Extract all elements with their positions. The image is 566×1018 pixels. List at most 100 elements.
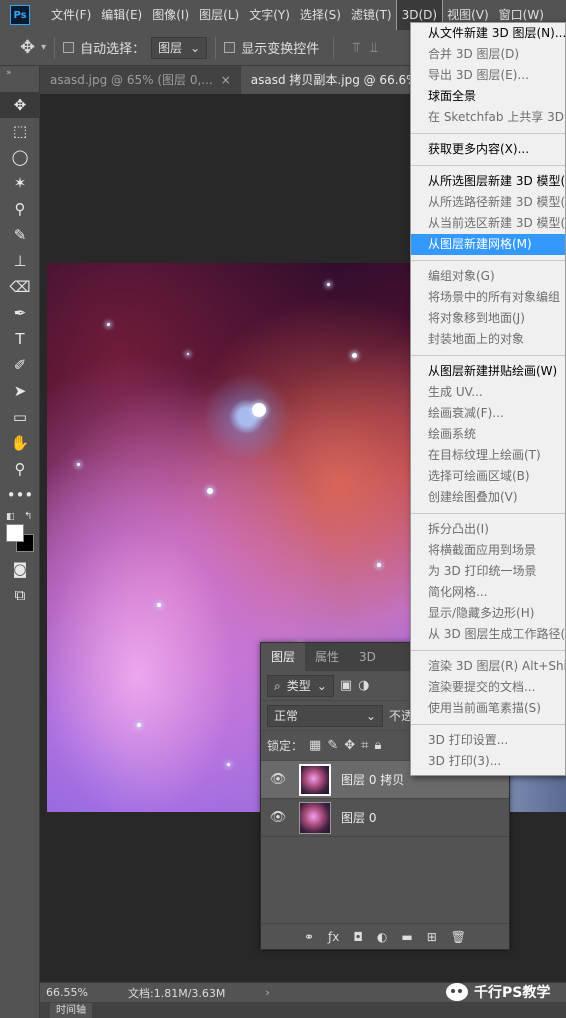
blend-mode-dropdown[interactable]: 正常 ⌄ (267, 704, 383, 727)
rectangle-tool-icon[interactable]: ▭ (0, 404, 40, 430)
tool-preset-chevron-icon[interactable]: ▾ (41, 42, 46, 53)
dropdown-menu-item[interactable]: 获取更多内容(X)... (411, 139, 565, 160)
lock-artboard-icon[interactable]: ⌗ (361, 738, 368, 753)
star-glow (352, 353, 357, 358)
freeform-pen-tool-icon[interactable]: ✐ (0, 352, 40, 378)
dropdown-menu-item: 渲染 3D 图层(R) Alt+Shift+Ctrl+R (428, 659, 565, 673)
dropdown-menu-item[interactable]: 从图层新建拼贴绘画(W) (411, 361, 565, 382)
dropdown-menu-item[interactable]: 球面全景 (411, 86, 565, 107)
star-glow (327, 283, 330, 286)
star-glow (137, 723, 141, 727)
lasso-tool-icon[interactable]: ◯ (0, 144, 40, 170)
dropdown-menu-item: 从所选路径新建 3D 模型(P) (428, 195, 565, 209)
zoom-tool-icon[interactable]: ⚲ (0, 456, 40, 482)
menu-separator (411, 133, 565, 134)
star-glow (157, 603, 161, 607)
foreground-color-swatch[interactable] (6, 524, 24, 542)
eyedropper-tool-icon[interactable]: ⚲ (0, 196, 40, 222)
lock-all-icon[interactable]: 🔒︎ (374, 738, 381, 753)
3d-menu-dropdown: 从文件新建 3D 图层(N)... 合并 3D 图层(D) 导出 3D 图层(E).… (410, 22, 566, 776)
hand-tool-icon[interactable]: ✋ (0, 430, 40, 456)
lock-label: 锁定： (267, 739, 304, 753)
tab-3d[interactable]: 3D (349, 643, 386, 671)
tab-timeline[interactable]: 时间轴 (50, 1003, 92, 1018)
dropdown-menu-item: 3D 打印(3)... (428, 754, 502, 768)
dropdown-menu-item: 封装地面上的对象 (428, 332, 525, 346)
tab-document-1[interactable]: asasd.jpg @ 65% (图层 0,... × (40, 66, 241, 94)
zoom-level[interactable]: 66.55% (46, 986, 126, 999)
dropdown-menu-item: 创建绘图叠加(V) (428, 490, 518, 504)
menu-item[interactable]: 滤镜(T) (346, 0, 397, 30)
show-transform-checkbox[interactable] (224, 42, 236, 53)
align-middle-icon[interactable]: ⫫ (370, 40, 378, 56)
tab-layers[interactable]: 图层 (261, 643, 306, 671)
dropdown-menu-item: 简化网格... (428, 585, 488, 599)
chevron-down-icon: ⌄ (316, 678, 327, 693)
lock-position-icon[interactable]: ✥ (344, 738, 355, 753)
move-tool-icon[interactable]: ✥ (0, 92, 40, 118)
filter-adjustment-icon[interactable]: ◑ (358, 678, 369, 693)
add-mask-icon[interactable]: ◘ (353, 930, 363, 944)
panel-collapse-icon[interactable]: » (0, 66, 39, 92)
tab-properties[interactable]: 属性 (305, 643, 349, 671)
swap-colors-icon[interactable]: ↰ (24, 511, 32, 522)
quick-mask-icon[interactable]: ◙ (0, 556, 40, 582)
screen-mode-icon[interactable]: ⧉ (0, 582, 40, 608)
dropdown-menu-item: 将横截面应用到场景 (428, 543, 537, 557)
menu-item[interactable]: 文件(F) (46, 0, 96, 30)
new-layer-icon[interactable]: ⊞ (427, 930, 437, 944)
layer-row[interactable]: 👁︎ 图层 0 (261, 799, 509, 837)
menu-item[interactable]: 图像(I) (147, 0, 194, 30)
brush-tool-icon[interactable]: ✎ (0, 222, 40, 248)
default-colors-icon[interactable]: ◧ (6, 512, 15, 522)
dropdown-menu-item: 从 3D 图层生成工作路径(K) (428, 627, 565, 641)
auto-select-checkbox[interactable] (63, 42, 75, 53)
lock-transparent-icon[interactable]: ▦ (309, 738, 321, 753)
dropdown-menu-item: 生成 UV... (428, 385, 483, 399)
pen-tool-icon[interactable]: ✒ (0, 300, 40, 326)
align-top-icon[interactable]: ⫪ (352, 40, 360, 56)
auto-select-dropdown[interactable]: 图层 ⌄ (151, 36, 208, 59)
dropdown-menu-item: 选择可绘画区域(B) (428, 469, 530, 483)
visibility-eye-icon[interactable]: 👁︎ (267, 772, 289, 787)
trash-icon[interactable]: 🗑︎ (451, 930, 466, 944)
auto-select-label: 自动选择： (80, 42, 146, 57)
visibility-eye-icon[interactable]: 👁︎ (267, 810, 289, 825)
new-group-icon[interactable]: ▬ (401, 930, 412, 944)
menu-item[interactable]: 编辑(E) (96, 0, 147, 30)
dropdown-menu-item: 3D 打印设置... (428, 733, 509, 747)
dropdown-menu-item: 在目标纹理上绘画(T) (428, 448, 541, 462)
menu-item[interactable]: 选择(S) (295, 0, 346, 30)
filter-pixel-icon[interactable]: ▣ (340, 678, 352, 693)
dropdown-menu-item: 绘画系统 (428, 427, 477, 441)
dropdown-menu-item[interactable]: 从所选图层新建 3D 模型(L) (411, 171, 565, 192)
move-icon[interactable]: ✥ (20, 37, 35, 58)
fx-icon[interactable]: ƒx (328, 930, 339, 944)
tools-panel: » ✥ ⬚ ◯ ✶ ⚲ ✎ ⊥ ⌫ ✒ T ✐ ➤ ▭ ✋ ⚲ ••• ◧ ↰ ◙ ⧉ (0, 66, 40, 1018)
close-icon[interactable]: × (221, 66, 231, 94)
dropdown-menu-item[interactable]: 从文件新建 3D 图层(N)... (411, 23, 565, 44)
layer-thumbnail (299, 801, 331, 834)
layer-filter-dropdown[interactable]: ⌕ 类型 ⌄ (267, 674, 334, 697)
link-layers-icon[interactable]: ⚭ (304, 930, 314, 944)
star-glow (107, 323, 110, 326)
magic-wand-tool-icon[interactable]: ✶ (0, 170, 40, 196)
marquee-tool-icon[interactable]: ⬚ (0, 118, 40, 144)
type-tool-icon[interactable]: T (0, 326, 40, 352)
status-menu-arrow-icon[interactable]: › (265, 986, 269, 999)
menu-separator (411, 165, 565, 166)
star-glow (252, 403, 266, 417)
menu-separator (411, 724, 565, 725)
stamp-tool-icon[interactable]: ⊥ (0, 248, 40, 274)
watermark-text: 千行PS教学 (474, 985, 551, 1001)
more-tools-icon[interactable]: ••• (0, 482, 40, 508)
adjustment-layer-icon[interactable]: ◐ (377, 930, 387, 944)
eraser-tool-icon[interactable]: ⌫ (0, 274, 40, 300)
menu-item[interactable]: 图层(L) (194, 0, 244, 30)
menu-item[interactable]: 文字(Y) (244, 0, 295, 30)
dropdown-menu-item[interactable]: 从图层新建网格(M) (411, 234, 565, 255)
star-glow (227, 763, 230, 766)
divider (333, 36, 335, 59)
path-select-tool-icon[interactable]: ➤ (0, 378, 40, 404)
lock-image-icon[interactable]: ✎ (327, 738, 338, 753)
